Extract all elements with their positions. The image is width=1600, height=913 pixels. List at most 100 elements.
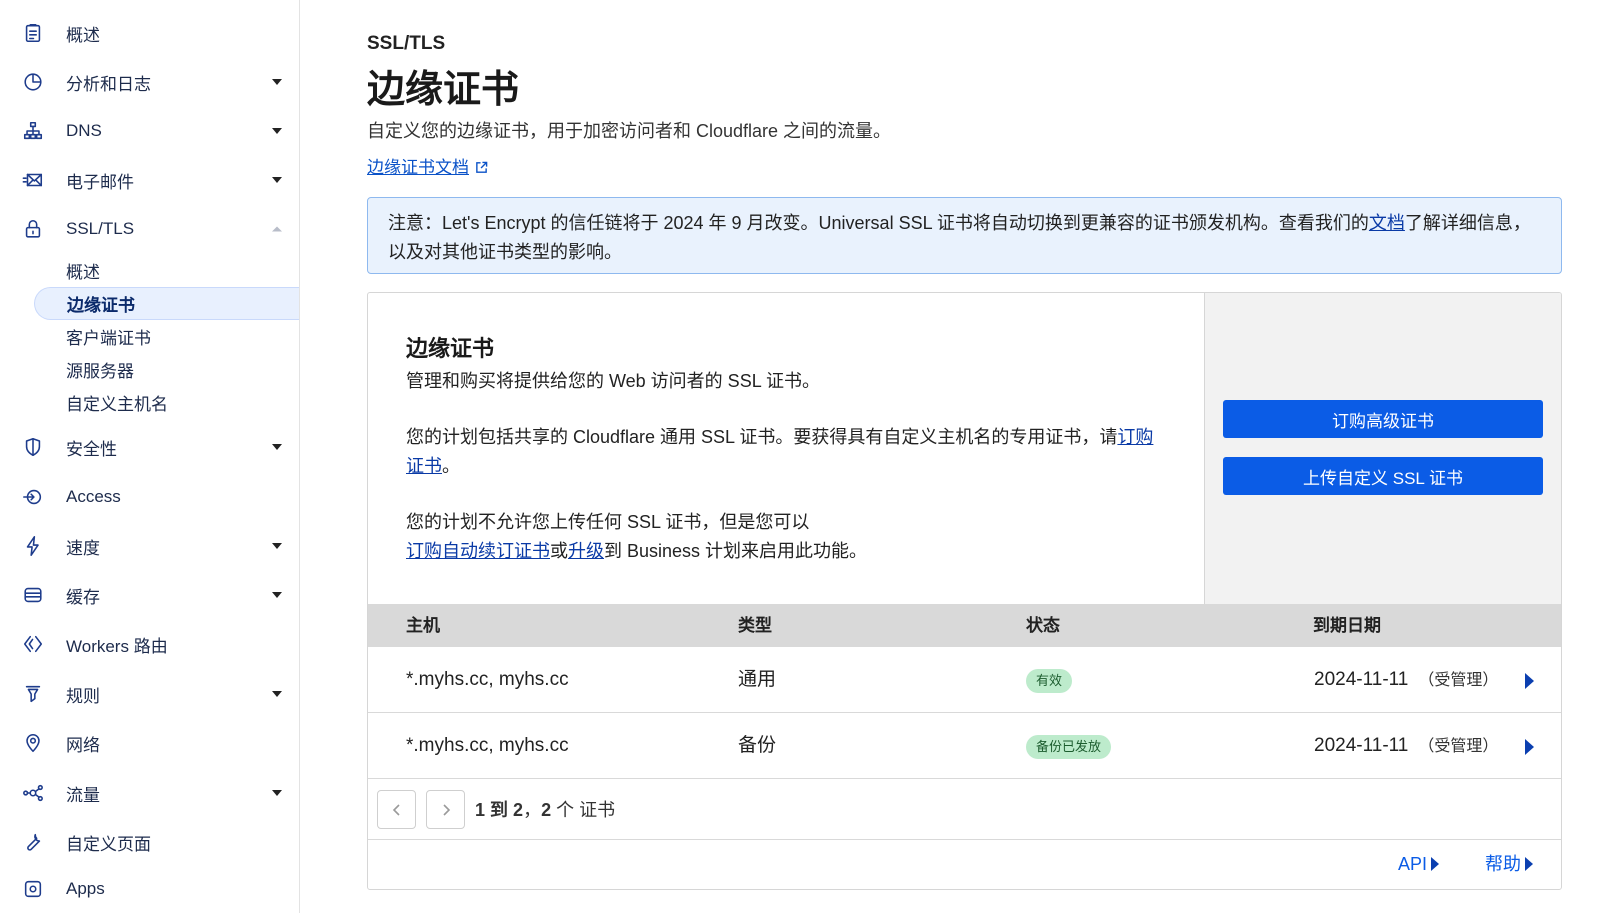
- chevron-right-icon: [442, 803, 450, 816]
- sidebar-subitem-label: 边缘证书: [67, 296, 135, 315]
- sidebar-item-cache[interactable]: 缓存: [0, 575, 299, 615]
- sidebar-item-apps[interactable]: Apps: [0, 869, 299, 909]
- pie-chart-icon: [20, 69, 46, 95]
- wrench-icon: [20, 829, 46, 855]
- traffic-icon: [20, 780, 46, 806]
- sidebar-item-workers-routes[interactable]: Workers 路由: [0, 624, 299, 664]
- sidebar-subitem-client-certificates[interactable]: 客户端证书: [34, 320, 299, 353]
- sidebar-item-network[interactable]: 网络: [0, 723, 299, 763]
- sidebar-item-label: 速度: [66, 538, 100, 558]
- card-plan-info: 您的计划包括共享的 Cloudflare 通用 SSL 证书。要获得具有自定义主…: [406, 423, 1166, 481]
- sidebar-subitem-custom-hostnames[interactable]: 自定义主机名: [34, 386, 299, 419]
- sidebar-item-label: 分析和日志: [66, 74, 151, 94]
- mail-icon: [20, 167, 46, 193]
- upload-info-mid: 或: [550, 541, 568, 561]
- chevron-down-icon: [272, 79, 282, 85]
- upload-custom-ssl-button[interactable]: 上传自定义 SSL 证书: [1223, 457, 1543, 495]
- sidebar-item-analytics[interactable]: 分析和日志: [0, 62, 299, 102]
- expiry-date: 2024-11-11: [1314, 735, 1409, 756]
- managed-label: （受管理）: [1418, 672, 1499, 689]
- sidebar-item-access[interactable]: Access: [0, 477, 299, 517]
- edge-certificates-card: 边缘证书 管理和购买将提供给您的 Web 访问者的 SSL 证书。 您的计划包括…: [367, 292, 1562, 890]
- sidebar-item-label: 网络: [66, 735, 100, 755]
- docs-link-label: 边缘证书文档: [367, 158, 469, 177]
- sidebar-item-overview[interactable]: 概述: [0, 13, 299, 53]
- sidebar-subitem-edge-certificates[interactable]: 边缘证书: [34, 287, 299, 320]
- sidebar-item-custom-pages[interactable]: 自定义页面: [0, 822, 299, 862]
- breadcrumb: SSL/TLS: [367, 33, 446, 54]
- notice-banner: 注意：Let's Encrypt 的信任链将于 2024 年 9 月改变。Uni…: [367, 197, 1562, 274]
- next-page-button[interactable]: [426, 790, 465, 829]
- sidebar-item-label: SSL/TLS: [66, 219, 135, 238]
- sidebar-item-label: 自定义页面: [66, 834, 151, 854]
- sidebar-subitem-label: 客户端证书: [66, 329, 151, 348]
- expand-row-icon[interactable]: [1525, 739, 1534, 755]
- sidebar-item-label: Access: [66, 487, 121, 506]
- caret-right-icon: [1525, 857, 1533, 871]
- sidebar-item-label: 安全性: [66, 439, 117, 459]
- status-badge: 备份已发放: [1026, 735, 1112, 759]
- card-upload-info: 您的计划不允许您上传任何 SSL 证书，但是您可以 订购自动续订证书或升级到 Bu…: [406, 508, 1166, 566]
- expand-row-icon[interactable]: [1525, 673, 1534, 689]
- chevron-down-icon: [272, 543, 282, 549]
- caret-right-icon: [1431, 857, 1440, 871]
- card-actions: 订购高级证书 上传自定义 SSL 证书: [1204, 293, 1561, 604]
- edge-certificates-docs-link[interactable]: 边缘证书文档: [367, 153, 488, 178]
- sidebar-item-dns[interactable]: DNS: [0, 111, 299, 151]
- chevron-down-icon: [272, 691, 282, 697]
- shield-icon: [20, 434, 46, 460]
- sidebar-subitem-origin-server[interactable]: 源服务器: [34, 353, 299, 386]
- sidebar-item-security[interactable]: 安全性: [0, 427, 299, 467]
- pagination-summary: 1 到 2，2 个 证书: [475, 780, 615, 840]
- sidebar-item-traffic[interactable]: 流量: [0, 773, 299, 813]
- sidebar-subitem-label: 源服务器: [66, 362, 134, 381]
- storage-icon: [20, 582, 46, 608]
- page-to: 2: [513, 800, 524, 820]
- status-badge: 有效: [1026, 669, 1073, 693]
- notice-docs-link[interactable]: 文档: [1369, 213, 1405, 233]
- sidebar-item-label: Apps: [66, 879, 105, 898]
- cell-expiry: 2024-11-11 （受管理）: [1314, 647, 1498, 713]
- chevron-down-icon: [272, 790, 282, 796]
- page-to-word: 到: [490, 800, 509, 820]
- upgrade-link[interactable]: 升级: [568, 541, 604, 561]
- sidebar-item-label: DNS: [66, 121, 102, 140]
- table-row[interactable]: *.myhs.cc, myhs.cc 备份 备份已发放 2024-11-11 （受…: [368, 713, 1561, 779]
- column-header-type: 类型: [738, 616, 772, 635]
- cell-host: *.myhs.cc, myhs.cc: [406, 669, 569, 690]
- previous-page-button[interactable]: [377, 790, 416, 829]
- expiry-date: 2024-11-11: [1314, 669, 1409, 690]
- external-link-icon: [475, 158, 488, 178]
- sidebar-item-email[interactable]: 电子邮件: [0, 160, 299, 200]
- column-header-status: 状态: [1026, 616, 1060, 635]
- page-sep: ，: [523, 800, 542, 820]
- sidebar-item-label: 流量: [66, 785, 100, 805]
- upload-info-text: 您的计划不允许您上传任何 SSL 证书，但是您可以: [406, 512, 810, 532]
- sidebar-subitem-label: 自定义主机名: [66, 395, 168, 414]
- page-title: 边缘证书: [367, 69, 520, 111]
- chevron-up-icon: [272, 226, 282, 232]
- api-link-label: API: [1398, 854, 1428, 874]
- table-row[interactable]: *.myhs.cc, myhs.cc 通用 有效 2024-11-11 （受管理）: [368, 647, 1561, 713]
- help-link[interactable]: 帮助: [1485, 840, 1533, 889]
- order-advanced-certificate-button[interactable]: 订购高级证书: [1223, 400, 1543, 438]
- api-link[interactable]: API: [1398, 840, 1440, 889]
- page-subtitle: 自定义您的边缘证书，用于加密访问者和 Cloudflare 之间的流量。: [367, 121, 892, 141]
- card-title: 边缘证书: [406, 336, 495, 361]
- sidebar-subitem-label: 概述: [66, 263, 100, 282]
- sidebar-subitem-ssl-overview[interactable]: 概述: [34, 254, 299, 287]
- cell-expiry: 2024-11-11 （受管理）: [1314, 713, 1498, 779]
- sidebar-item-label: 缓存: [66, 587, 100, 607]
- sidebar-item-rules[interactable]: 规则: [0, 674, 299, 714]
- managed-label: （受管理）: [1418, 738, 1499, 755]
- chevron-down-icon: [272, 592, 282, 598]
- chevron-down-icon: [272, 128, 282, 134]
- chevron-down-icon: [272, 444, 282, 450]
- access-icon: [20, 484, 46, 510]
- sidebar-item-ssl-tls[interactable]: SSL/TLS: [0, 209, 299, 249]
- order-auto-renew-link[interactable]: 订购自动续订证书: [406, 541, 550, 561]
- network-icon: [20, 118, 46, 144]
- cell-host: *.myhs.cc, myhs.cc: [406, 735, 569, 756]
- table-header: 主机 类型 状态 到期日期: [368, 604, 1561, 647]
- sidebar-item-speed[interactable]: 速度: [0, 526, 299, 566]
